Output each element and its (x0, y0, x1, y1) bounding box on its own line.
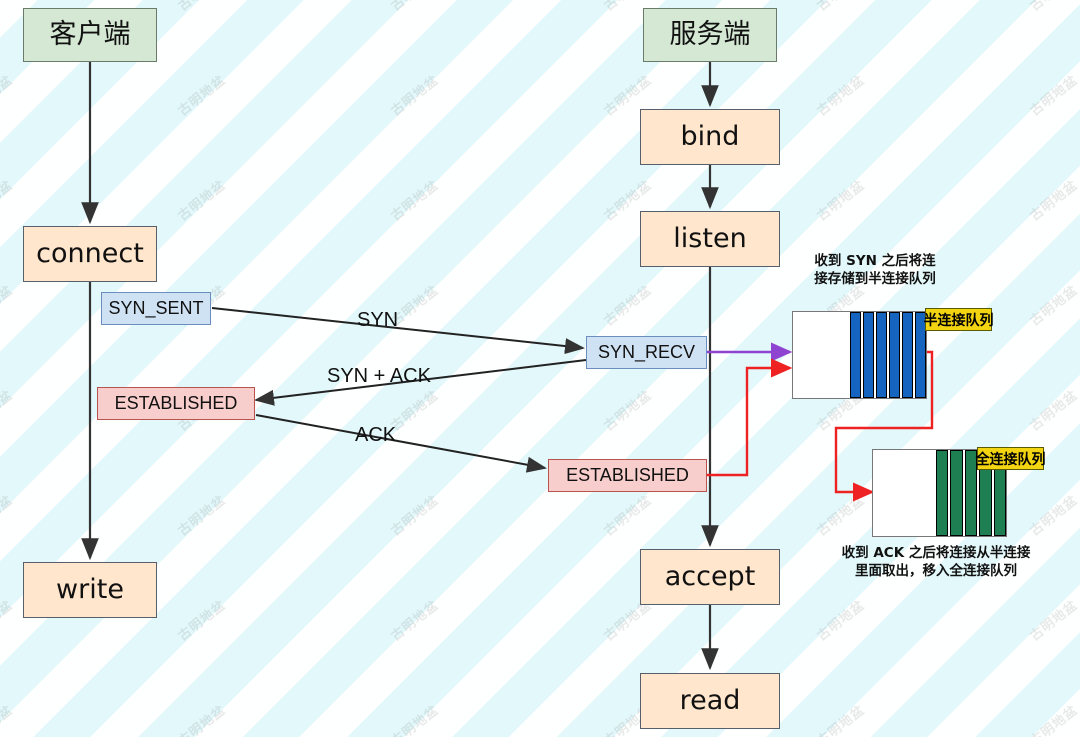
watermark-text: 古明地盆 (814, 702, 868, 737)
client-step-write-label: write (56, 574, 124, 606)
message-label-ack: ACK (355, 424, 397, 446)
client-state-syn-sent: SYN_SENT (101, 292, 211, 325)
watermark-text: 古明地盆 (175, 597, 229, 645)
watermark-text: 古明地盆 (0, 597, 16, 645)
watermark-text: 古明地盆 (0, 72, 16, 120)
watermark-text: 古明地盆 (812, 0, 868, 14)
watermark-text: 古明地盆 (386, 0, 442, 14)
full-queue-label: 全连接队列 (976, 447, 1046, 470)
watermark-text: 古明地盆 (601, 282, 655, 330)
handshake-arrows (211, 307, 587, 473)
established-to-half-queue-arrow (707, 358, 793, 477)
watermark-text: 古明地盆 (1027, 702, 1080, 737)
server-step-listen-label: listen (673, 223, 747, 255)
watermark-text: 古明地盆 (1027, 282, 1080, 330)
watermark-text: 古明地盆 (1025, 0, 1080, 14)
watermark-text: 古明地盆 (601, 387, 655, 435)
watermark-text: 古明地盆 (175, 72, 229, 120)
watermark-text: 古明地盆 (388, 492, 442, 540)
queue-slot (850, 312, 861, 398)
server-step-accept: accept (640, 549, 780, 605)
client-state-established-label: ESTABLISHED (114, 392, 238, 413)
client-endpoint-box: 客户端 (23, 8, 157, 62)
watermark-text: 古明地盆 (388, 702, 442, 737)
queue-slot (936, 450, 949, 536)
watermark-text: 古明地盆 (814, 492, 868, 540)
server-state-established: ESTABLISHED (548, 459, 707, 492)
watermark-text: 古明地盆 (1027, 177, 1080, 225)
server-step-read: read (640, 673, 780, 729)
watermark-text: 古明地盆 (1027, 387, 1080, 435)
queue-slot (889, 312, 900, 398)
half-queue-label: 半连接队列 (924, 308, 994, 331)
client-step-connect-label: connect (36, 238, 144, 270)
client-state-syn-sent-label: SYN_SENT (108, 297, 204, 318)
half-queue-filled-slots (850, 312, 926, 398)
watermark-text: 古明地盆 (814, 177, 868, 225)
half-queue-note: 收到 SYN 之后将连 接存储到半连接队列 (814, 253, 936, 288)
watermark-text: 古明地盆 (0, 0, 16, 14)
watermark-text: 古明地盆 (175, 177, 229, 225)
client-endpoint-label: 客户端 (49, 19, 131, 51)
watermark-text: 古明地盆 (175, 492, 229, 540)
server-step-bind: bind (640, 109, 780, 165)
client-step-write: write (23, 562, 157, 618)
watermark-text: 古明地盆 (0, 387, 16, 435)
watermark-text: 古明地盆 (173, 0, 229, 14)
diagram-canvas: 古明地盆 古明地盆 古明地盆 古明地盆 古明地盆 古明地盆 古明地盆 古明地盆 古明地盆 古明地盆… (0, 0, 1080, 737)
watermark-text: 古明地盆 (1027, 597, 1080, 645)
watermark-text: 古明地盆 (1027, 72, 1080, 120)
server-step-bind-label: bind (680, 121, 740, 153)
queue-slot (876, 312, 887, 398)
queue-slot (950, 450, 963, 536)
server-state-syn-recv: SYN_RECV (586, 336, 707, 369)
server-step-listen: listen (640, 211, 780, 267)
queue-slot (863, 312, 874, 398)
client-state-established: ESTABLISHED (97, 387, 255, 420)
server-step-accept-label: accept (664, 561, 756, 593)
client-step-connect: connect (23, 226, 157, 282)
watermark-text: 古明地盆 (388, 597, 442, 645)
watermark-text: 古明地盆 (0, 282, 16, 330)
full-queue-note: 收到 ACK 之后将连接从半连接 里面取出，移入全连接队列 (841, 545, 1031, 580)
watermark-text: 古明地盆 (814, 597, 868, 645)
watermark-text: 古明地盆 (0, 177, 16, 225)
server-endpoint-label: 服务端 (669, 19, 751, 51)
watermark-text: 古明地盆 (388, 72, 442, 120)
message-label-syn: SYN (357, 309, 399, 331)
watermark-text: 古明地盆 (1027, 492, 1080, 540)
server-endpoint-box: 服务端 (643, 8, 777, 62)
watermark-text: 古明地盆 (0, 492, 16, 540)
server-state-syn-recv-label: SYN_RECV (597, 341, 696, 362)
watermark-text: 古明地盆 (0, 702, 16, 737)
server-state-established-label: ESTABLISHED (566, 464, 689, 485)
watermark-text: 古明地盆 (175, 702, 229, 737)
server-step-read-label: read (679, 685, 741, 717)
watermark-text: 古明地盆 (601, 492, 655, 540)
watermark-text: 古明地盆 (388, 177, 442, 225)
watermark-text: 古明地盆 (814, 72, 868, 120)
message-label-syn-ack: SYN + ACK (327, 365, 431, 387)
queue-slot (902, 312, 913, 398)
